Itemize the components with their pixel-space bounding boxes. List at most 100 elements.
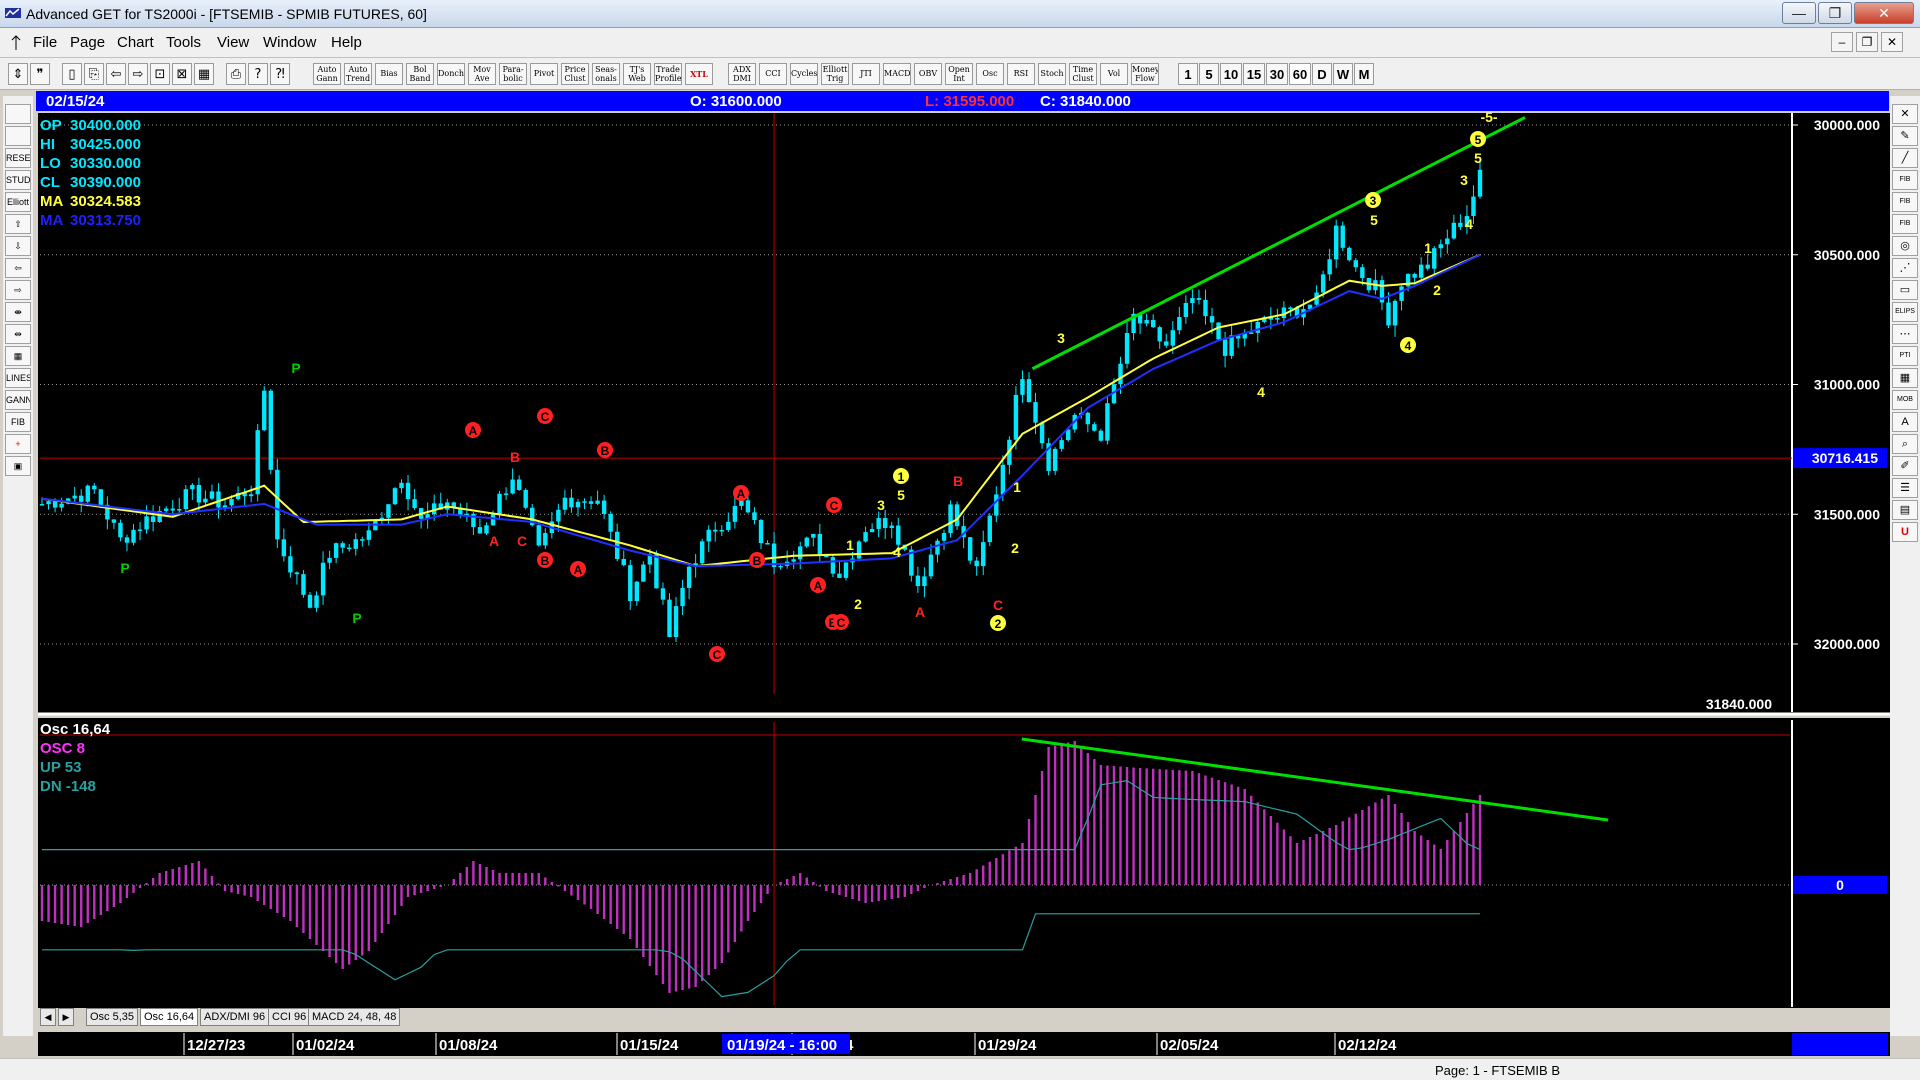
price-bar bbox=[347, 547, 352, 550]
wave-label-text: 5 bbox=[1370, 212, 1378, 228]
readout-label: CL bbox=[40, 174, 60, 191]
wave-label-text: 4 bbox=[1405, 339, 1412, 353]
price-panel[interactable] bbox=[38, 113, 1890, 713]
chart-area[interactable]: 02/15/24 O: 31600.000 L: 31595.000 C: 31840… bbox=[0, 0, 1920, 1080]
price-bar bbox=[523, 489, 528, 508]
price-bar bbox=[732, 505, 738, 522]
price-bar bbox=[601, 500, 607, 514]
price-bar bbox=[183, 489, 188, 510]
readout-lo: LO 30330.000 bbox=[40, 155, 141, 172]
wave-label: 2 bbox=[1011, 540, 1019, 556]
price-bar bbox=[758, 519, 764, 544]
tab-scroll-left-button[interactable]: ◀ bbox=[40, 1008, 56, 1026]
price-bar bbox=[811, 533, 816, 538]
wave-label-text: 1 bbox=[846, 537, 854, 553]
price-bar bbox=[301, 574, 306, 595]
price-bar bbox=[1425, 264, 1430, 269]
x-axis-label: 02/12/24 bbox=[1338, 1037, 1397, 1054]
price-bar bbox=[392, 488, 398, 505]
price-bar bbox=[1438, 244, 1443, 249]
price-bar bbox=[131, 529, 136, 543]
price-bar bbox=[641, 564, 646, 582]
price-bar bbox=[562, 497, 568, 510]
price-bar bbox=[405, 482, 411, 500]
price-bar bbox=[516, 479, 522, 490]
price-bar bbox=[163, 508, 169, 511]
wave-label: A bbox=[733, 485, 749, 501]
price-bar bbox=[92, 485, 97, 490]
subtab-osc-16-64[interactable]: Osc 16,64 bbox=[140, 1008, 199, 1026]
price-bar bbox=[1170, 330, 1175, 346]
tab-scroll-right-button[interactable]: ▶ bbox=[58, 1008, 74, 1026]
subtab-macd-24-48-48[interactable]: MACD 24, 48, 48 bbox=[308, 1008, 401, 1026]
subtab-osc-5-35[interactable]: Osc 5,35 bbox=[86, 1008, 139, 1026]
wave-label: 4 bbox=[1400, 337, 1416, 353]
info-date: 02/15/24 bbox=[46, 93, 105, 110]
wave-label: 1 bbox=[1424, 240, 1432, 256]
wave-label-text: 1 bbox=[1424, 240, 1432, 256]
price-bar bbox=[98, 489, 104, 505]
subtab-cci-96[interactable]: CCI 96 bbox=[268, 1008, 311, 1026]
price-bar bbox=[1386, 302, 1391, 326]
price-bar bbox=[196, 484, 202, 503]
wave-label: C bbox=[826, 497, 842, 513]
price-bar bbox=[1209, 316, 1215, 323]
wave-label-text: C bbox=[837, 616, 846, 630]
price-bar bbox=[536, 525, 541, 546]
price-bar bbox=[673, 606, 679, 638]
readout-value: 30400.000 bbox=[70, 117, 141, 134]
price-bar bbox=[869, 528, 875, 533]
wave-label: 5 bbox=[897, 487, 905, 503]
wave-label-text: P bbox=[352, 610, 361, 626]
price-bar bbox=[680, 587, 685, 607]
wave-label-text: C bbox=[993, 597, 1003, 613]
wave-label: A bbox=[465, 422, 481, 438]
price-bar bbox=[1105, 403, 1110, 441]
price-bar bbox=[954, 504, 960, 527]
wave-label-text: P bbox=[291, 360, 300, 376]
price-bar bbox=[634, 581, 640, 602]
price-bar bbox=[935, 540, 940, 555]
price-bar bbox=[360, 539, 365, 541]
wave-label: 3 bbox=[877, 497, 885, 513]
price-bar bbox=[1288, 307, 1293, 309]
price-bar bbox=[1412, 273, 1417, 278]
wave-label: 3 bbox=[1460, 172, 1468, 188]
wave-label: B bbox=[953, 473, 963, 489]
price-bar bbox=[765, 543, 770, 545]
price-bar bbox=[745, 500, 751, 513]
status-bar: Page: 1 - FTSEMIB B bbox=[0, 1058, 1920, 1080]
price-bar bbox=[1059, 440, 1064, 449]
price-bar bbox=[314, 595, 319, 608]
x-axis-label: 01/15/24 bbox=[620, 1037, 679, 1054]
price-bar bbox=[85, 485, 90, 502]
wave-label: C bbox=[517, 533, 527, 549]
last-price-label: 31840.000 bbox=[1706, 696, 1772, 712]
subtab-adx-dmi-96[interactable]: ADX/DMI 96 bbox=[200, 1008, 270, 1026]
readout-value: 30425.000 bbox=[70, 136, 141, 153]
wave-label: 1 bbox=[1013, 479, 1021, 495]
price-bar bbox=[608, 513, 613, 532]
price-bar bbox=[1327, 259, 1332, 275]
osc-readout: DN -148 bbox=[40, 778, 96, 795]
wave-label-text: 4 bbox=[1257, 384, 1265, 400]
price-bar bbox=[922, 576, 927, 587]
wave-label-text: 4 bbox=[1465, 216, 1473, 232]
price-bar bbox=[216, 491, 221, 508]
price-bar bbox=[1066, 429, 1071, 441]
price-bar bbox=[889, 525, 894, 528]
price-bar bbox=[706, 529, 711, 542]
osc-panel[interactable] bbox=[38, 718, 1890, 1008]
price-bar bbox=[1360, 267, 1365, 279]
price-bar bbox=[1190, 298, 1195, 304]
price-bar bbox=[1222, 339, 1228, 356]
price-tick-label: 31500.000 bbox=[1814, 506, 1880, 522]
wave-label: B bbox=[749, 552, 765, 568]
wave-label: C bbox=[833, 614, 849, 630]
wave-label: 5 bbox=[1370, 212, 1378, 228]
wave-label-text: A bbox=[915, 604, 925, 620]
wave-label: 1 bbox=[893, 468, 909, 484]
readout-ma: MA 30313.750 bbox=[40, 212, 141, 229]
price-bar bbox=[320, 562, 326, 596]
readout-label: LO bbox=[40, 155, 61, 172]
